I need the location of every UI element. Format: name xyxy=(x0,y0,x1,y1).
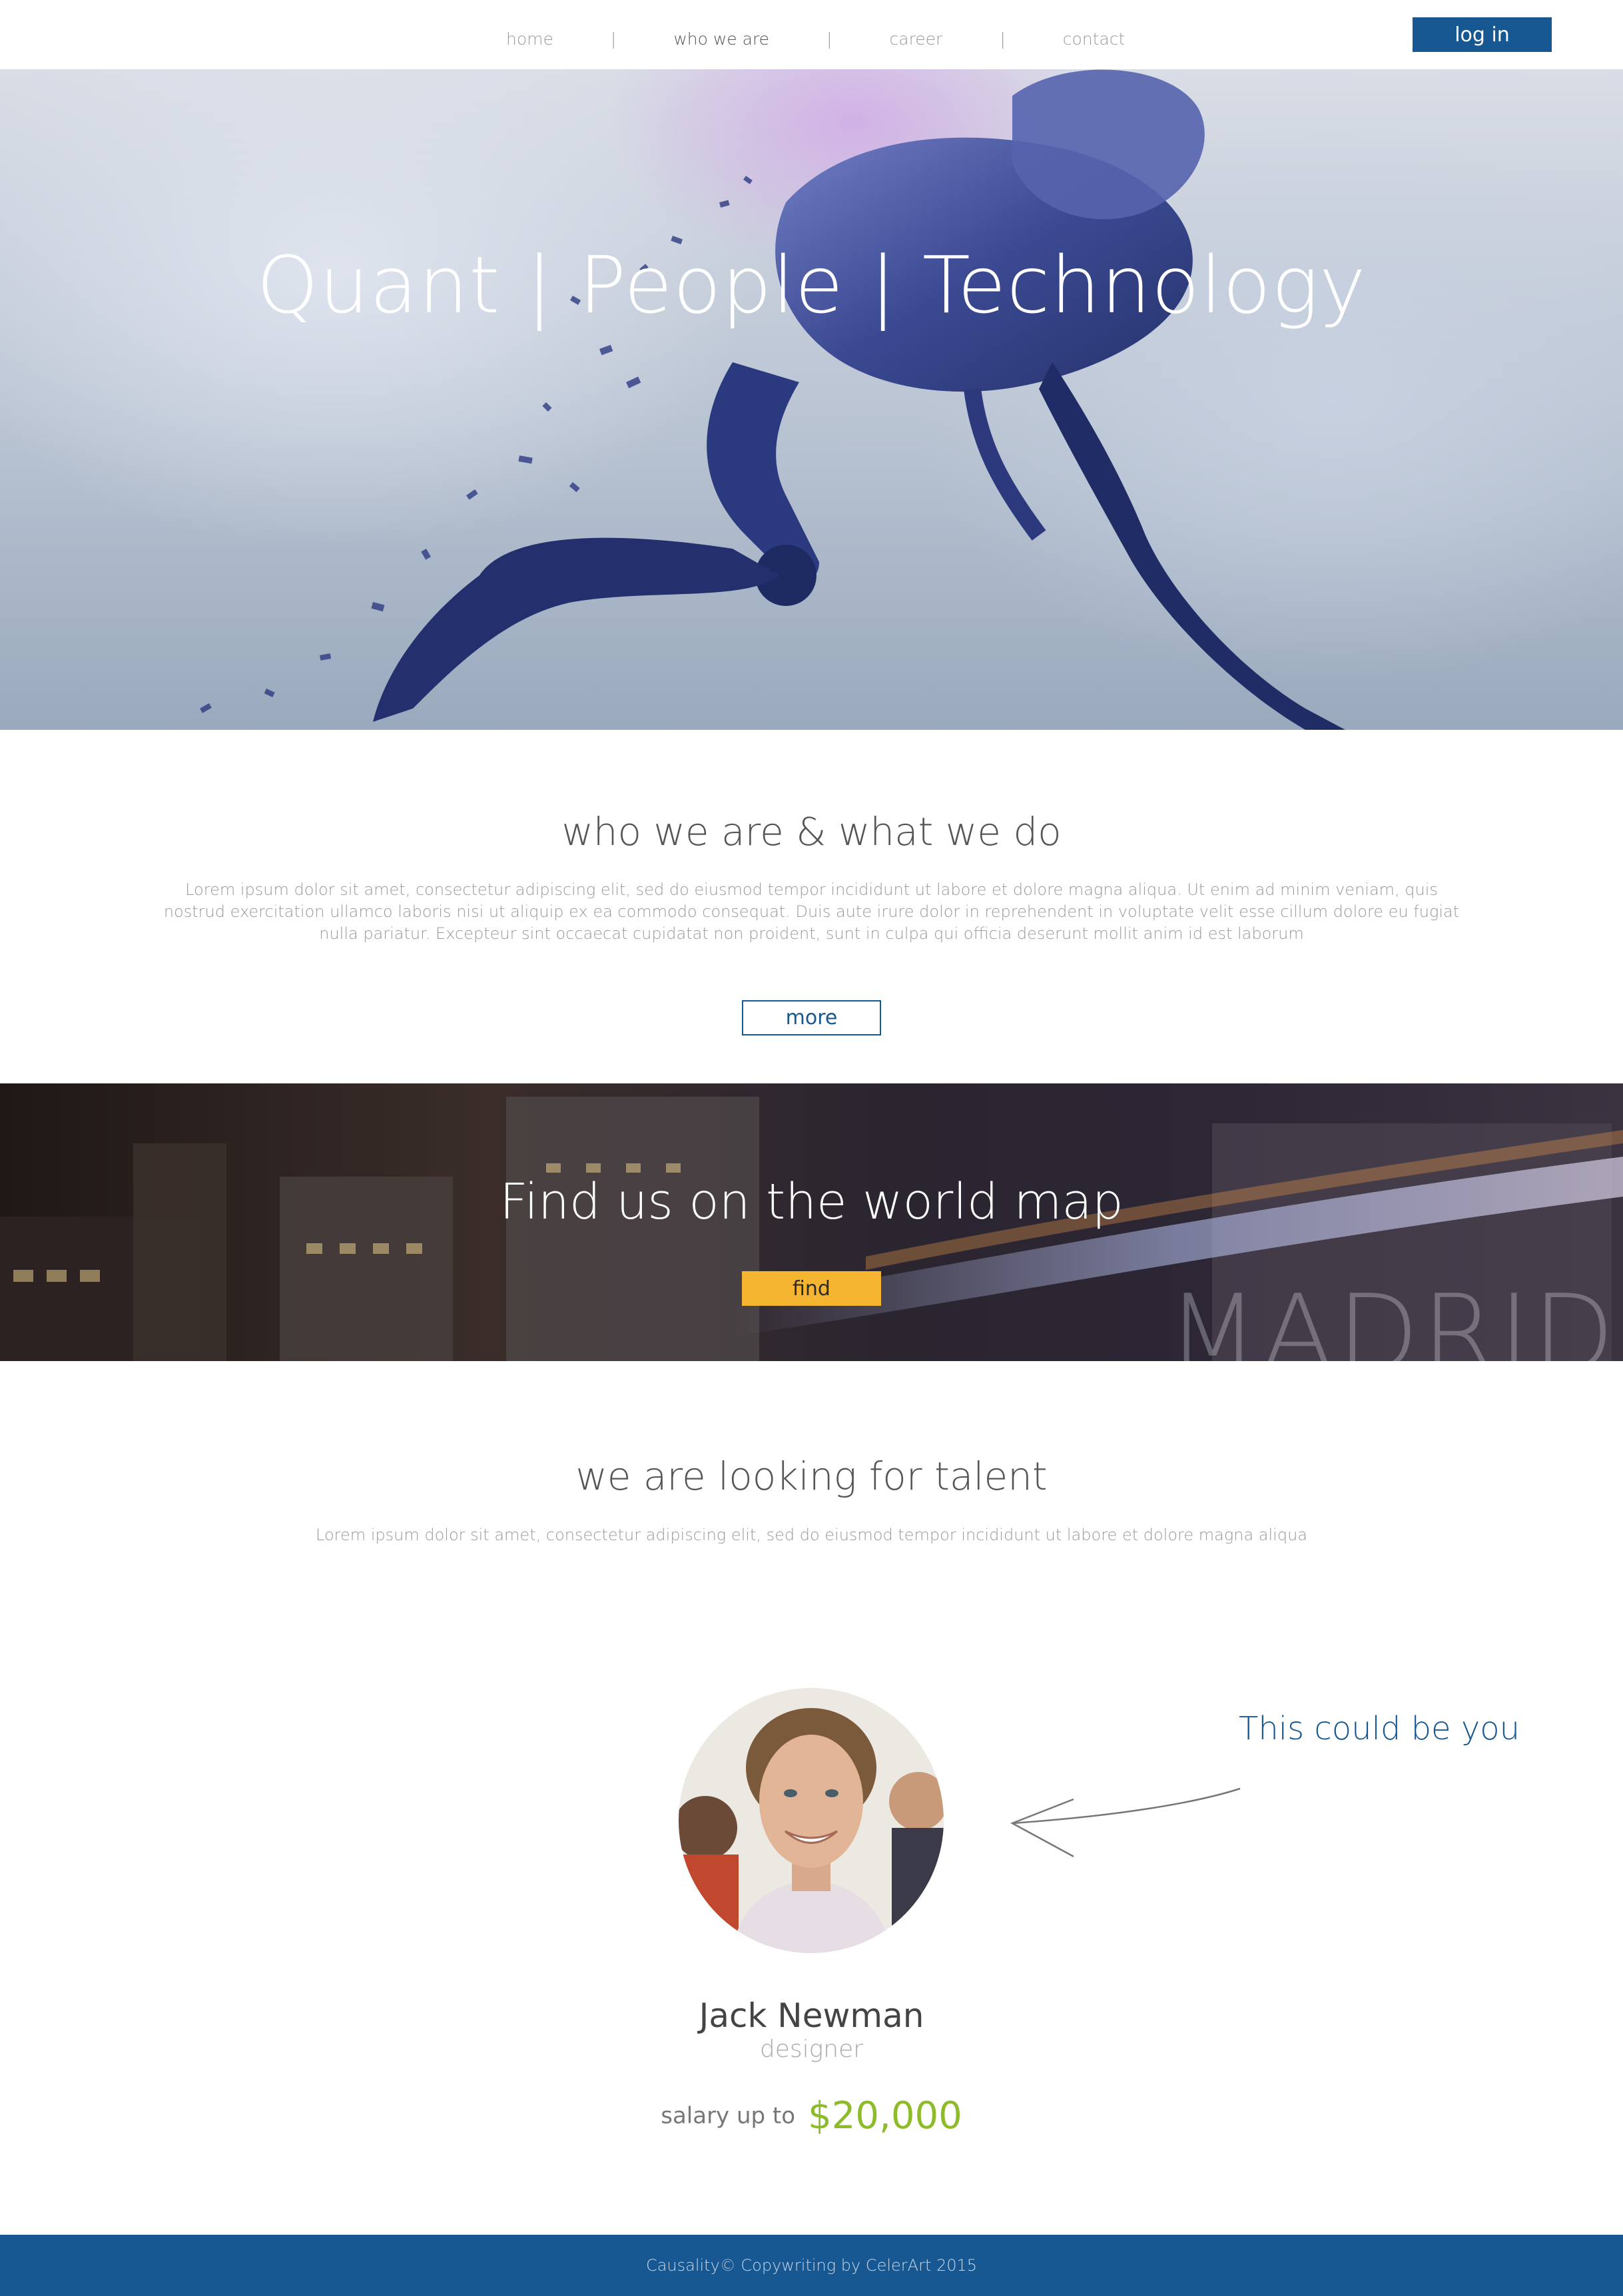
arrow-icon xyxy=(1010,1787,1241,1858)
talent-section-title: we are looking for talent xyxy=(575,1454,1048,1499)
nav-separator: | xyxy=(610,29,617,49)
salary-info: salary up to $20,000 xyxy=(0,2094,1623,2138)
salary-value: $20,000 xyxy=(808,2094,962,2138)
candidate-avatar xyxy=(679,1688,944,1953)
login-button[interactable]: log in xyxy=(1413,17,1552,52)
nav-link-home[interactable]: home xyxy=(506,29,553,49)
talent-section-text: Lorem ipsum dolor sit amet, consectetur … xyxy=(316,1526,1307,1544)
candidate-role: designer xyxy=(759,2036,864,2063)
callout-text: This could be you xyxy=(1239,1710,1520,1747)
candidate-name: Jack Newman xyxy=(699,1996,924,2035)
map-section-title: Find us on the world map xyxy=(499,1173,1124,1231)
person-portrait xyxy=(679,1688,944,1953)
salary-label: salary up to xyxy=(661,2102,796,2130)
more-button[interactable]: more xyxy=(742,1000,881,1035)
find-button[interactable]: find xyxy=(742,1271,881,1306)
footer-copyright: Causality© Copywriting by CelerArt 2015 xyxy=(645,2256,978,2275)
nav-link-contact[interactable]: contact xyxy=(1063,29,1126,49)
nav-separator: | xyxy=(1000,29,1006,49)
city-name-watermark: MADRID xyxy=(1167,1271,1618,1362)
top-navigation: home | who we are | career | contact log… xyxy=(0,0,1623,69)
hero-title: Quant | People | Technology xyxy=(256,239,1367,331)
nav-links: home | who we are | career | contact xyxy=(506,25,1125,52)
hero-banner: Quant | People | Technology xyxy=(0,69,1623,730)
nav-link-career[interactable]: career xyxy=(890,29,943,49)
world-map-banner: MADRID Find us on the world map find xyxy=(0,1083,1623,1361)
about-section-title: who we are & what we do xyxy=(561,809,1062,854)
nav-separator: | xyxy=(826,29,832,49)
hero-robot-illustration xyxy=(199,69,1345,730)
about-section-text: Lorem ipsum dolor sit amet, consectetur … xyxy=(163,880,1460,943)
footer: Causality© Copywriting by CelerArt 2015 xyxy=(0,2235,1623,2296)
nav-link-who-we-are[interactable]: who we are xyxy=(673,29,769,49)
